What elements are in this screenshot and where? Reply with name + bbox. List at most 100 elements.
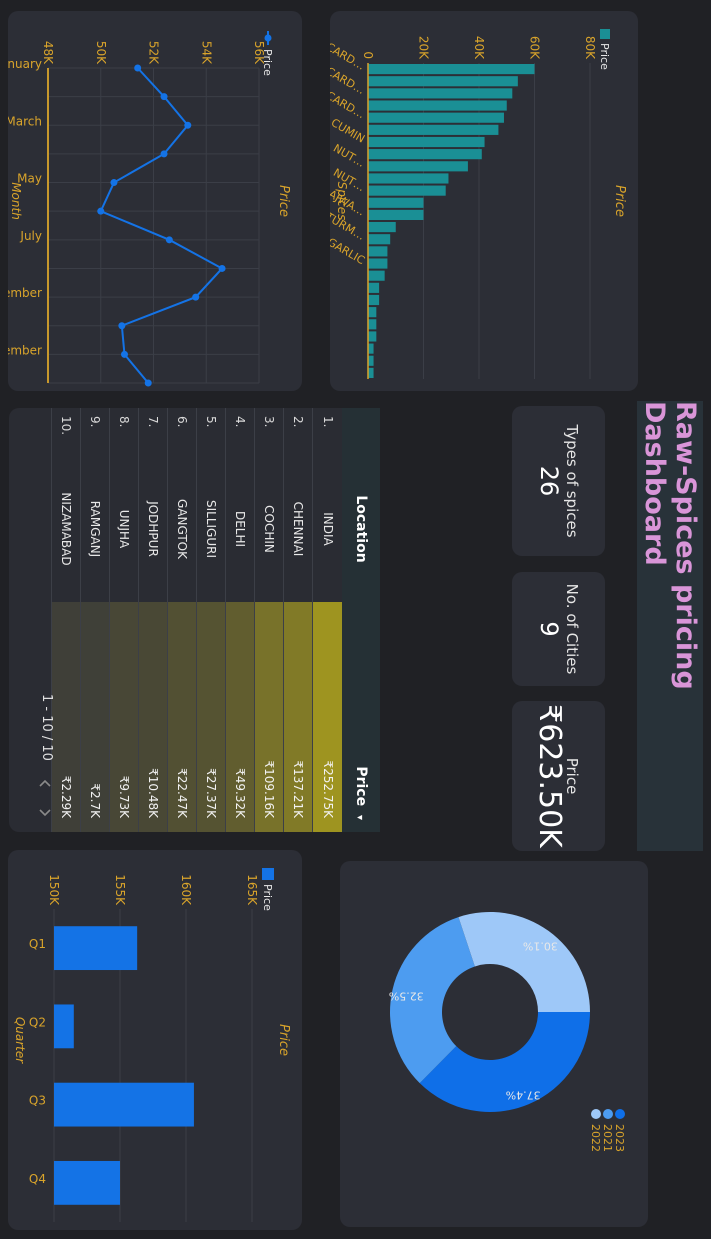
legend-marker xyxy=(591,1109,601,1119)
x-tick-label: Q4 xyxy=(29,1172,46,1186)
legend-label: Price xyxy=(598,43,611,70)
y-tick-label: 165K xyxy=(245,874,259,906)
spice-bar xyxy=(367,234,391,245)
row-price: ₹9.73K xyxy=(110,602,139,832)
row-price: ₹27.37K xyxy=(197,602,226,832)
row-rank: 8. xyxy=(117,416,132,428)
donut-slice xyxy=(419,1012,590,1112)
location-header[interactable]: Location xyxy=(342,456,380,602)
location-table-body: 1. INDIA ₹252.75K 2. CHENNAI ₹137.21K 3. COCHIN… xyxy=(52,408,342,832)
spice-bar xyxy=(368,88,513,99)
x-tick-label: Q1 xyxy=(29,937,46,951)
row-price: ₹2.29K xyxy=(52,602,81,832)
location-table-header: Location Price ▾ xyxy=(342,408,380,832)
row-rank: 3. xyxy=(262,416,277,428)
y-tick-label: 160K xyxy=(179,874,193,906)
legend-marker xyxy=(615,1109,625,1119)
sort-desc-icon[interactable]: ▾ xyxy=(354,815,365,820)
row-location: NIZAMABAD xyxy=(59,492,74,566)
quarter-bar xyxy=(54,926,138,971)
monthly-price-chart: PricePrice48K50K52K54K56KJanuaryMarchMay… xyxy=(8,11,302,391)
yearly-share-donut-card: 37.4% 32.5% 30.1% 2023 2021 2022 xyxy=(340,861,648,1227)
row-location: INDIA xyxy=(320,512,335,546)
price-point xyxy=(184,121,192,129)
dashboard-title: Raw-Spices pricing Dashboard xyxy=(637,401,703,851)
spice-bar xyxy=(368,209,424,221)
donut-slice-label: 32.5% xyxy=(389,989,424,1002)
chart-title: Price xyxy=(612,185,627,217)
price-point xyxy=(97,207,105,215)
rank-header xyxy=(342,408,380,456)
table-row[interactable]: 2. CHENNAI ₹137.21K xyxy=(284,408,313,832)
donut-slice xyxy=(458,912,590,1012)
table-row[interactable]: 1. INDIA ₹252.75K xyxy=(313,408,342,832)
row-price: ₹137.21K xyxy=(284,602,313,832)
spice-bar xyxy=(368,307,377,318)
price-point xyxy=(120,350,128,358)
x-tick-label: January xyxy=(8,57,42,71)
spice-bar xyxy=(368,319,377,330)
row-location: COCHIN xyxy=(262,505,277,553)
row-location: JODHPUR xyxy=(146,501,161,557)
monthly-price-svg: PricePrice48K50K52K54K56KJanuaryMarchMay… xyxy=(8,31,291,387)
spice-bar xyxy=(367,76,518,87)
row-rank: 1. xyxy=(320,416,335,428)
table-row[interactable]: 10. NIZAMABAD ₹2.29K xyxy=(52,408,81,832)
table-row[interactable]: 5. SILLIGURI ₹27.37K xyxy=(197,408,226,832)
row-rank: 4. xyxy=(233,416,248,428)
price-point xyxy=(118,322,126,330)
kpi-types-of-spices: Types of spices 26 xyxy=(512,406,605,556)
y-tick-label: 52K xyxy=(147,41,161,65)
price-header[interactable]: Price ▾ xyxy=(342,602,380,832)
row-price: ₹22.47K xyxy=(168,602,197,832)
kpi-price-value: ₹623.50K xyxy=(532,704,567,848)
legend-label: Price xyxy=(261,884,274,911)
y-tick-label: 0 xyxy=(361,51,375,59)
quarter-bar xyxy=(54,1004,74,1049)
table-row[interactable]: 8. UNJHA ₹9.73K xyxy=(110,408,139,832)
chart-title: Price xyxy=(276,185,291,217)
table-row[interactable]: 9. RAMGANJ ₹2.7K xyxy=(81,408,110,832)
dashboard-canvas: Raw-Spices pricing Dashboard Types of sp… xyxy=(0,0,711,1239)
kpi-total-price: Price ₹623.50K xyxy=(512,701,605,851)
spice-bar xyxy=(367,367,374,379)
row-location: DELHI xyxy=(233,510,248,548)
price-point xyxy=(160,150,168,158)
kpi-types-label: Types of spices xyxy=(563,424,581,538)
spice-bar xyxy=(367,343,374,354)
y-tick-label: 56K xyxy=(252,41,266,65)
spice-bar xyxy=(368,124,499,135)
table-row[interactable]: 3. COCHIN ₹109.16K xyxy=(255,408,284,832)
x-tick-label: Q2 xyxy=(29,1015,46,1029)
price-line xyxy=(99,67,224,384)
kpi-no-of-cities: No. of Cities 9 xyxy=(512,572,605,686)
y-tick-label: 40K xyxy=(472,36,486,60)
chevron-right-icon[interactable] xyxy=(37,804,53,820)
row-location: CHENNAI xyxy=(291,501,306,557)
kpi-types-value: 26 xyxy=(535,465,563,497)
spice-price-chart: Price Price 0 20K 40K 60K 80K CARD… CARD… CARD… CU… xyxy=(330,11,638,391)
x-tick-label: NUT… xyxy=(331,142,367,170)
table-row[interactable]: 4. DELHI ₹49.32K xyxy=(226,408,255,832)
x-tick-label: July xyxy=(19,229,42,243)
legend-label: 2022 xyxy=(589,1124,602,1152)
table-row[interactable]: 7. JODHPUR ₹10.48K xyxy=(139,408,168,832)
row-price: ₹2.7K xyxy=(81,602,110,832)
x-axis-title: Quarter xyxy=(13,1017,27,1064)
spice-bar xyxy=(368,173,449,184)
x-tick-label: CUMIN xyxy=(330,116,367,146)
spice-bar xyxy=(368,258,388,269)
legend-marker xyxy=(603,1109,613,1119)
y-tick-label: 48K xyxy=(41,41,55,65)
price-point xyxy=(134,64,142,72)
kpi-cities-value: 9 xyxy=(535,621,563,637)
chevron-left-icon[interactable] xyxy=(37,776,53,792)
table-row[interactable]: 6. GANGTOK ₹22.47K xyxy=(168,408,197,832)
spice-bar xyxy=(368,282,380,293)
spice-bar xyxy=(368,246,388,257)
spice-bar xyxy=(368,112,504,123)
x-tick-label: November xyxy=(8,343,42,357)
location-table: Location Price ▾ 1. INDIA ₹252.75K 2. CHENNA… xyxy=(52,408,380,832)
x-axis-title: Spices xyxy=(335,182,349,221)
spice-bar xyxy=(367,270,385,281)
